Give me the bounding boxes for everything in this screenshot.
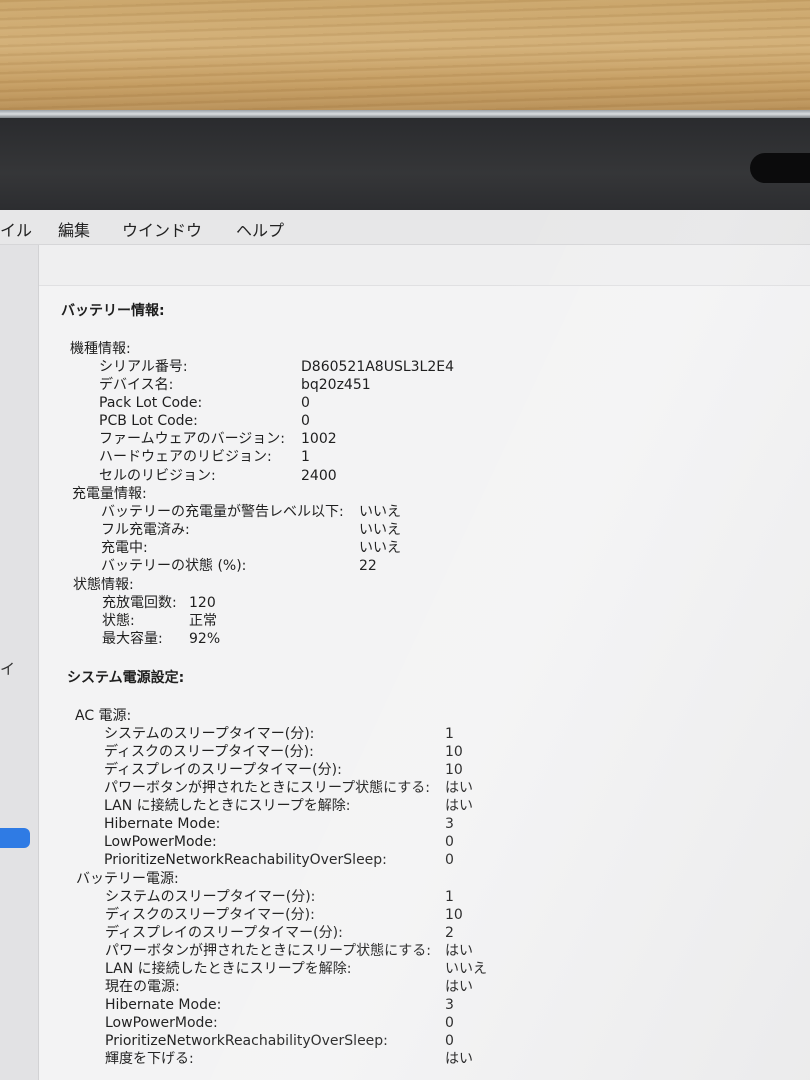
sidebar-item-label[interactable]: イ	[0, 658, 15, 679]
charge-label: バッテリーの状態 (%):	[101, 558, 247, 574]
charge-label: 充電中:	[101, 540, 148, 556]
battery-power-label: PrioritizeNetworkReachabilityOverSleep:	[105, 1033, 388, 1049]
model-label: セルのリビジョン:	[99, 468, 216, 484]
ac-value: はい	[445, 798, 473, 814]
battery-power-value: いいえ	[445, 961, 487, 977]
ac-label: Hibernate Mode:	[104, 816, 221, 832]
battery-power-value: 2	[445, 925, 454, 941]
ac-value: 10	[445, 762, 463, 778]
menu-help[interactable]: ヘルプ	[236, 217, 284, 241]
laptop-lid-edge	[0, 110, 810, 118]
desk-wood-grain	[0, 0, 810, 112]
screen: イル 編集 ウインドウ ヘルプ イ バッテリー情報: 機種情報: シリアル番号:…	[0, 210, 810, 1080]
model-label: ハードウェアのリビジョン:	[99, 449, 272, 465]
model-value: 0	[301, 395, 310, 411]
battery-power-value: はい	[445, 1051, 473, 1067]
model-value: D860521A8USL3L2E4	[301, 359, 455, 375]
battery-power-label: LAN に接続したときにスリープを解除:	[105, 961, 352, 977]
menu-file[interactable]: イル	[0, 217, 32, 241]
battery-power-label: Hibernate Mode:	[105, 997, 222, 1013]
sidebar: イ	[0, 245, 39, 1080]
charge-value: 22	[359, 558, 377, 574]
battery-power-label: システムのスリープタイマー(分):	[105, 889, 316, 905]
model-value: 1	[301, 449, 310, 465]
battery-power-label: ディスプレイのスリープタイマー(分):	[105, 925, 343, 941]
ac-value: 0	[445, 834, 454, 850]
menu-edit[interactable]: 編集	[58, 217, 90, 241]
menu-window[interactable]: ウインドウ	[122, 217, 202, 241]
battery-power-value: はい	[445, 943, 473, 959]
ac-value: 10	[445, 744, 463, 760]
battery-power-value: 3	[445, 997, 454, 1013]
ac-label: LowPowerMode:	[104, 834, 217, 850]
menu-bar: イル 編集 ウインドウ ヘルプ	[0, 210, 810, 245]
model-value: bq20z451	[301, 377, 371, 393]
model-label: デバイス名:	[99, 377, 174, 393]
charge-info-heading: 充電量情報:	[72, 486, 147, 502]
battery-power-value: 10	[445, 907, 463, 923]
battery-power-value: 0	[445, 1015, 454, 1031]
battery-power-label: LowPowerMode:	[105, 1015, 218, 1031]
battery-power-value: 0	[445, 1033, 454, 1049]
ac-value: 0	[445, 852, 454, 868]
ac-label: ディスクのスリープタイマー(分):	[104, 744, 314, 760]
status-label: 充放電回数:	[102, 595, 177, 611]
report-content: バッテリー情報: 機種情報: シリアル番号: D860521A8USL3L2E4…	[39, 245, 810, 1080]
ac-label: LAN に接続したときにスリープを解除:	[104, 798, 351, 814]
sidebar-selected-item[interactable]	[0, 828, 30, 848]
model-label: ファームウェアのバージョン:	[99, 431, 286, 447]
ac-label: PrioritizeNetworkReachabilityOverSleep:	[104, 852, 387, 868]
ac-label: ディスプレイのスリープタイマー(分):	[104, 762, 342, 778]
ac-value: はい	[445, 780, 473, 796]
model-info-heading: 機種情報:	[70, 341, 131, 357]
model-label: PCB Lot Code:	[99, 413, 198, 429]
content-header-strip	[39, 245, 810, 286]
ac-power-heading: AC 電源:	[75, 708, 132, 724]
status-label: 状態:	[102, 613, 135, 629]
screen-bezel	[0, 118, 810, 210]
model-value: 1002	[301, 431, 337, 447]
status-label: 最大容量:	[102, 631, 163, 647]
model-label: Pack Lot Code:	[99, 395, 203, 411]
charge-label: バッテリーの充電量が警告レベル以下:	[101, 504, 344, 520]
model-value: 0	[301, 413, 310, 429]
model-value: 2400	[301, 468, 337, 484]
battery-info-title: バッテリー情報:	[61, 303, 165, 319]
status-value: 92%	[189, 631, 221, 647]
charge-value: いいえ	[359, 522, 401, 538]
battery-power-value: 1	[445, 889, 454, 905]
ac-value: 1	[445, 726, 454, 742]
ac-value: 3	[445, 816, 454, 832]
charge-value: いいえ	[359, 540, 401, 556]
charge-value: いいえ	[359, 504, 401, 520]
camera-notch	[750, 153, 810, 183]
battery-power-label: ディスクのスリープタイマー(分):	[105, 907, 315, 923]
battery-power-label: 輝度を下げる:	[105, 1051, 194, 1067]
charge-label: フル充電済み:	[101, 522, 190, 538]
status-value: 正常	[189, 613, 217, 629]
ac-label: パワーボタンが押されたときにスリープ状態にする:	[104, 780, 431, 796]
battery-power-value: はい	[445, 979, 473, 995]
battery-power-heading: バッテリー電源:	[76, 871, 179, 887]
status-info-heading: 状態情報:	[73, 577, 134, 593]
battery-power-label: 現在の電源:	[105, 979, 180, 995]
power-settings-title: システム電源設定:	[67, 670, 185, 686]
model-label: シリアル番号:	[99, 359, 188, 375]
battery-power-label: パワーボタンが押されたときにスリープ状態にする:	[105, 943, 432, 959]
status-value: 120	[189, 595, 216, 611]
ac-label: システムのスリープタイマー(分):	[104, 726, 315, 742]
